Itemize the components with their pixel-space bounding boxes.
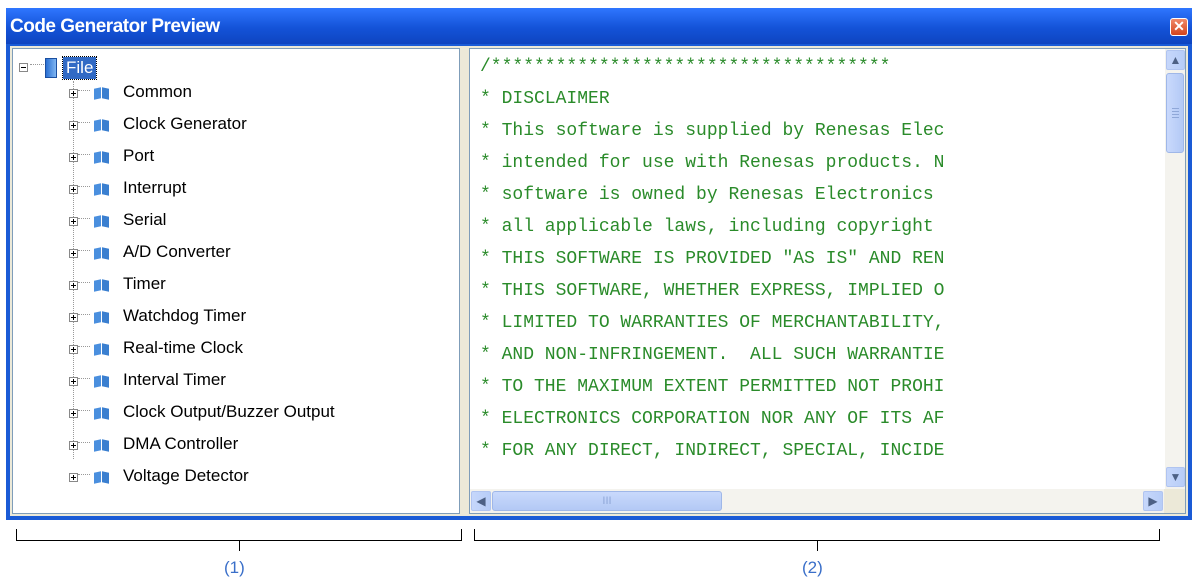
file-tree-pane[interactable]: File Common Clock Generator Port Interrupt S… — [12, 48, 460, 514]
tree-item-label: Port — [123, 146, 155, 165]
tree-item-label: Clock Generator — [123, 114, 247, 133]
tree-connector — [78, 218, 90, 219]
tree-item-label: A/D Converter — [123, 242, 231, 261]
expand-icon[interactable] — [69, 185, 78, 194]
window-title: Code Generator Preview — [10, 16, 220, 37]
tree-connector — [78, 282, 90, 283]
bracket-right-tick — [817, 541, 818, 551]
expand-icon[interactable] — [69, 121, 78, 130]
tree-item-label: Real-time Clock — [123, 338, 243, 357]
expand-icon[interactable] — [69, 409, 78, 418]
folder-icon — [94, 374, 110, 388]
code-line: * all applicable laws, including copyrig… — [480, 217, 934, 237]
folder-icon — [94, 118, 110, 132]
window-body: File Common Clock Generator Port Interrupt S… — [10, 46, 1188, 516]
expand-icon[interactable] — [69, 89, 78, 98]
tree-connector — [78, 90, 90, 91]
grip-line — [1172, 111, 1179, 112]
code-line: /************************************* — [480, 57, 891, 77]
grip-line — [1172, 114, 1179, 115]
code-line: * software is owned by Renesas Electroni… — [480, 185, 934, 205]
folder-icon — [94, 246, 110, 260]
vertical-scrollbar[interactable]: ▲ ▼ — [1165, 49, 1185, 489]
expand-icon[interactable] — [69, 313, 78, 322]
scroll-up-button[interactable]: ▲ — [1166, 50, 1185, 70]
file-icon — [45, 58, 57, 78]
grip-line — [1172, 117, 1179, 118]
tree-item-label: Interrupt — [123, 178, 187, 197]
code-line: * ELECTRONICS CORPORATION NOR ANY OF ITS… — [480, 409, 945, 429]
tree-item-label: Common — [123, 82, 192, 101]
folder-icon — [94, 470, 110, 484]
expand-icon[interactable] — [69, 249, 78, 258]
code-line: * This software is supplied by Renesas E… — [480, 121, 945, 141]
code-line: * THIS SOFTWARE, WHETHER EXPRESS, IMPLIE… — [480, 281, 945, 301]
tree-item-label: Watchdog Timer — [123, 306, 247, 325]
folder-icon — [94, 278, 110, 292]
grip-line — [1172, 108, 1179, 109]
tree-connector — [78, 346, 90, 347]
expand-icon[interactable] — [69, 281, 78, 290]
tree-connector — [78, 410, 90, 411]
folder-icon — [94, 182, 110, 196]
folder-icon — [94, 342, 110, 356]
tree-connector — [78, 122, 90, 123]
expand-icon[interactable] — [69, 377, 78, 386]
tree-connector — [78, 250, 90, 251]
horizontal-scrollbar[interactable]: ◀ III ▶ — [470, 489, 1165, 513]
code-line: * LIMITED TO WARRANTIES OF MERCHANTABILI… — [480, 313, 945, 333]
tree-item-label: Voltage Detector — [123, 466, 249, 485]
code-generator-preview-window: Code Generator Preview ✕ File Common Cloc… — [6, 8, 1192, 520]
code-line: * DISCLAIMER — [480, 89, 610, 109]
callout-1: (1) — [224, 558, 245, 577]
collapse-icon[interactable] — [19, 63, 28, 72]
code-line: * intended for use with Renesas products… — [480, 153, 945, 173]
tree-item-label: Interval Timer — [123, 370, 226, 389]
scroll-right-button[interactable]: ▶ — [1143, 491, 1163, 511]
title-bar[interactable]: Code Generator Preview ✕ — [6, 8, 1192, 44]
tree-item-label: DMA Controller — [123, 434, 239, 453]
code-preview-pane[interactable]: /************************************* * … — [469, 48, 1186, 514]
tree-root-label[interactable]: File — [61, 56, 98, 80]
bracket-left-tick — [239, 541, 240, 551]
folder-icon — [94, 86, 110, 100]
code-line: * FOR ANY DIRECT, INDIRECT, SPECIAL, INC… — [480, 441, 945, 461]
tree-connector — [78, 186, 90, 187]
close-button[interactable]: ✕ — [1170, 18, 1188, 36]
tree-connector — [30, 64, 44, 65]
folder-icon — [94, 214, 110, 228]
tree-connector — [78, 378, 90, 379]
tree-connector — [78, 442, 90, 443]
tree-connector — [78, 314, 90, 315]
code-line: * THIS SOFTWARE IS PROVIDED "AS IS" AND … — [480, 249, 945, 269]
expand-icon[interactable] — [69, 441, 78, 450]
bracket-left — [16, 529, 462, 541]
expand-icon[interactable] — [69, 345, 78, 354]
tree-item-label: Serial — [123, 210, 167, 229]
folder-icon — [94, 438, 110, 452]
code-line: * TO THE MAXIMUM EXTENT PERMITTED NOT PR… — [480, 377, 945, 397]
expand-icon[interactable] — [69, 473, 78, 482]
folder-icon — [94, 406, 110, 420]
expand-icon[interactable] — [69, 153, 78, 162]
tree-guide-line — [73, 81, 74, 459]
vertical-scroll-thumb[interactable] — [1166, 73, 1184, 153]
scroll-down-button[interactable]: ▼ — [1166, 467, 1185, 487]
tree-connector — [78, 474, 90, 475]
expand-icon[interactable] — [69, 217, 78, 226]
horizontal-scroll-thumb[interactable]: III — [492, 491, 722, 511]
tree-item-label: Clock Output/Buzzer Output — [123, 402, 335, 421]
scrollbar-corner — [1164, 489, 1185, 513]
bracket-right — [474, 529, 1160, 541]
scroll-left-button[interactable]: ◀ — [471, 491, 491, 511]
tree-connector — [78, 154, 90, 155]
tree-item-label: Timer — [123, 274, 166, 293]
code-line: * AND NON-INFRINGEMENT. ALL SUCH WARRANT… — [480, 345, 945, 365]
folder-icon — [94, 150, 110, 164]
code-text[interactable]: /************************************* * … — [480, 51, 1160, 471]
folder-icon — [94, 310, 110, 324]
callout-2: (2) — [802, 558, 823, 577]
